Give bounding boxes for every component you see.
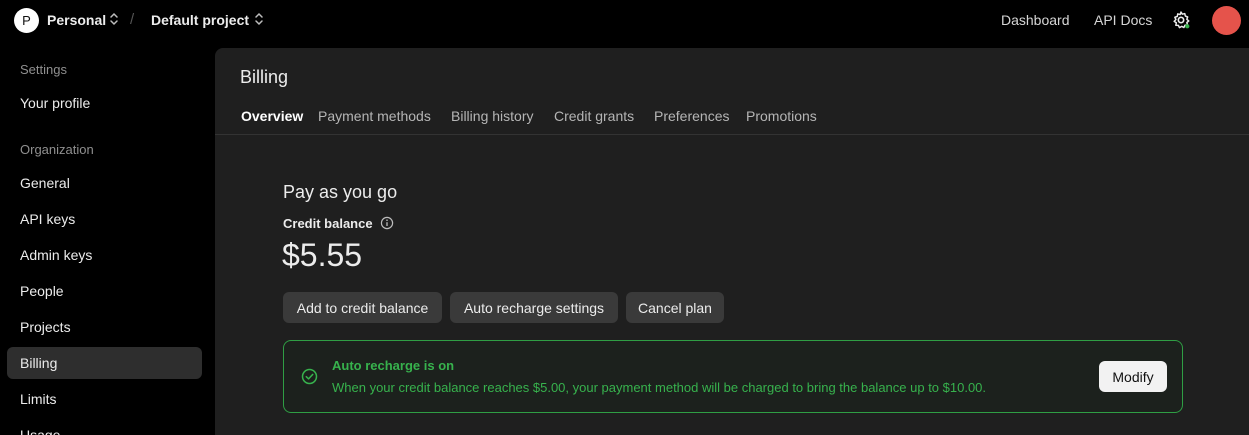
billing-panel: Billing Overview Payment methods Billing…	[215, 48, 1249, 435]
top-bar: P Personal / Default project Dashboard A…	[0, 0, 1249, 40]
sidebar-item-limits[interactable]: Limits	[7, 383, 202, 415]
sidebar-item-api-keys[interactable]: API keys	[7, 203, 202, 235]
dashboard-link[interactable]: Dashboard	[1001, 12, 1070, 28]
user-avatar[interactable]	[1212, 6, 1241, 35]
tab-billing-history[interactable]: Billing history	[451, 108, 533, 124]
tab-overview[interactable]: Overview	[241, 108, 303, 124]
sidebar-heading-settings: Settings	[20, 62, 67, 77]
tab-promotions[interactable]: Promotions	[746, 108, 817, 124]
credit-balance-value: $5.55	[282, 237, 363, 273]
plan-title: Pay as you go	[283, 182, 398, 202]
billing-tabs: Overview Payment methods Billing history…	[215, 108, 1249, 135]
page-title: Billing	[240, 67, 289, 87]
cancel-plan-button[interactable]: Cancel plan	[626, 292, 724, 323]
check-circle-icon	[301, 368, 318, 385]
sidebar-item-admin-keys[interactable]: Admin keys	[7, 239, 202, 271]
sidebar-item-general[interactable]: General	[7, 167, 202, 199]
notice-title: Auto recharge is on	[332, 358, 455, 373]
tab-preferences[interactable]: Preferences	[654, 108, 729, 124]
chevron-updown-icon[interactable]	[254, 11, 264, 27]
modify-button[interactable]: Modify	[1099, 361, 1167, 392]
sidebar-item-billing[interactable]: Billing	[7, 347, 202, 379]
sidebar-item-usage[interactable]: Usage	[7, 419, 202, 435]
org-avatar[interactable]: P	[14, 8, 39, 33]
gear-icon[interactable]	[1171, 10, 1191, 30]
credit-balance-label: Credit balance	[283, 216, 373, 231]
sidebar-item-people[interactable]: People	[7, 275, 202, 307]
chevron-updown-icon[interactable]	[109, 11, 119, 27]
tab-credit-grants[interactable]: Credit grants	[554, 108, 634, 124]
sidebar-item-projects[interactable]: Projects	[7, 311, 202, 343]
add-credit-button[interactable]: Add to credit balance	[283, 292, 442, 323]
sidebar-item-your-profile[interactable]: Your profile	[7, 87, 202, 119]
breadcrumb-separator: /	[130, 11, 135, 28]
project-switcher[interactable]: Default project	[151, 12, 249, 28]
auto-recharge-notice: Auto recharge is on When your credit bal…	[283, 340, 1183, 413]
org-switcher[interactable]: Personal	[47, 12, 106, 28]
notice-body: When your credit balance reaches $5.00, …	[332, 380, 987, 395]
api-docs-link[interactable]: API Docs	[1094, 12, 1152, 28]
sidebar: Settings Your profile Organization Gener…	[0, 48, 214, 435]
auto-recharge-settings-button[interactable]: Auto recharge settings	[450, 292, 618, 323]
tab-payment-methods[interactable]: Payment methods	[318, 108, 431, 124]
sidebar-heading-organization: Organization	[20, 142, 94, 157]
info-icon[interactable]	[380, 216, 394, 230]
